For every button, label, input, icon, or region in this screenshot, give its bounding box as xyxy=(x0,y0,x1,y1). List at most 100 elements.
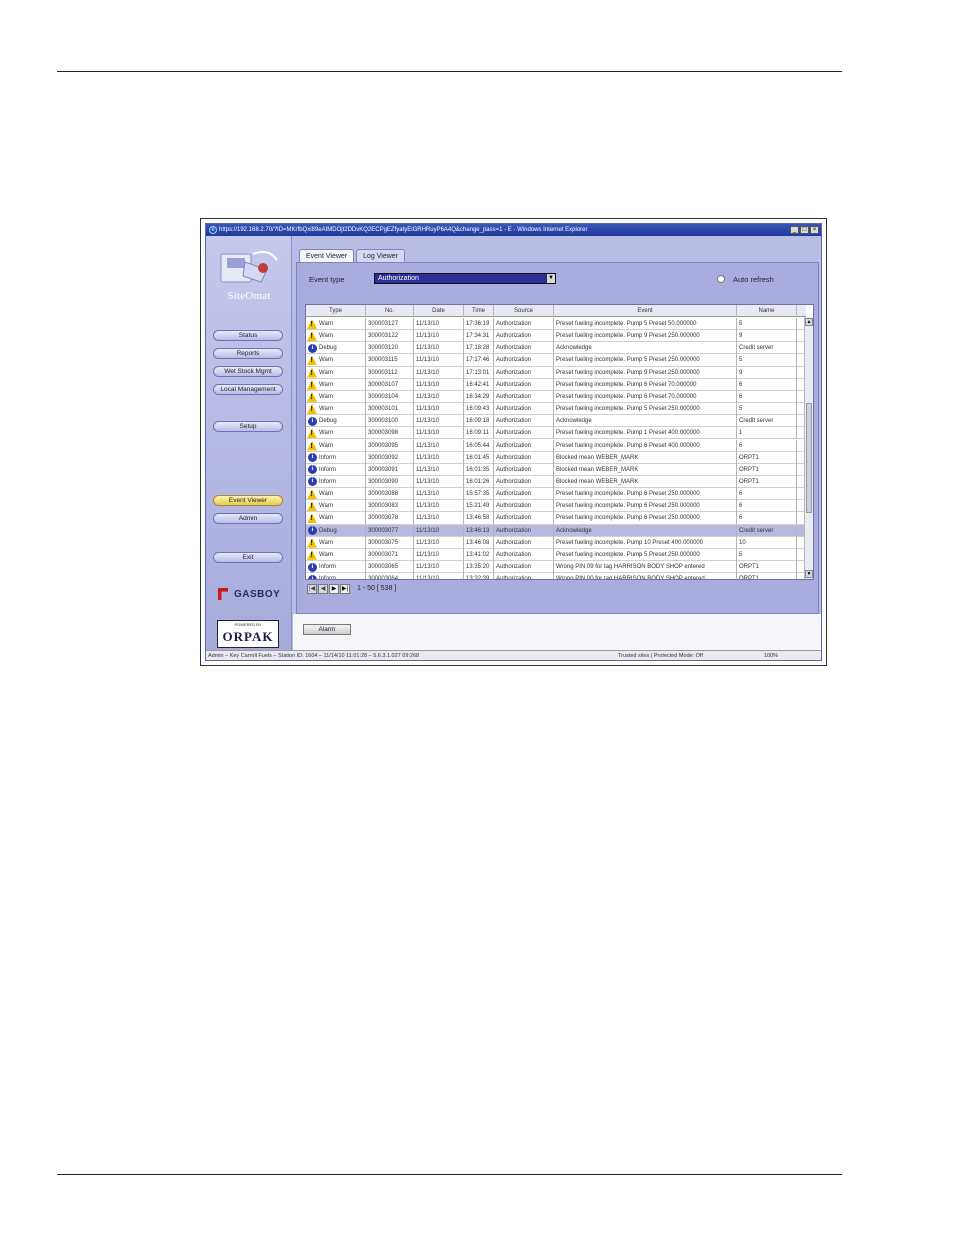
table-row[interactable]: Warn 30000312711/13/1017:36:19Authorizati… xyxy=(306,318,806,331)
next-page-button[interactable]: ▶ xyxy=(329,583,339,594)
table-row[interactable]: i Debug 300003100 11/13/10 16:09:18 Authoriza… xyxy=(306,415,806,428)
prev-page-button[interactable]: ◀ xyxy=(318,583,328,594)
cell-time: 17:13:01 xyxy=(464,366,494,379)
cell-no: 300003088 xyxy=(366,488,414,501)
cell-time: 16:05:44 xyxy=(464,439,494,452)
table-row[interactable]: Warn 30000309511/13/1016:05:44Authorizati… xyxy=(306,439,806,452)
nav-wet-stock-button[interactable]: Wet Stock Mgmt xyxy=(213,366,283,377)
cell-no: 300003115 xyxy=(366,354,414,367)
column-header-event[interactable]: Event xyxy=(554,305,737,317)
cell-type: Inform xyxy=(319,478,337,485)
gasboy-mark-icon xyxy=(218,588,228,600)
cell-type: Inform xyxy=(319,466,337,473)
bottom-rule xyxy=(57,1174,842,1175)
cell-type: Debug xyxy=(319,345,337,352)
last-page-button[interactable]: ▶| xyxy=(340,583,350,594)
auto-refresh-checkbox[interactable] xyxy=(717,275,725,283)
column-header-source[interactable]: Source xyxy=(494,305,554,317)
table-row[interactable]: Warn 30000310711/13/1016:42:41Authorizati… xyxy=(306,378,806,391)
cell-source: Authorization xyxy=(494,354,554,367)
main-content: Event Viewer Log Viewer Event type Autho… xyxy=(293,236,821,650)
cell-type: Warn xyxy=(319,430,334,437)
tab-event-viewer[interactable]: Event Viewer xyxy=(299,249,355,262)
cell-time: 16:09:11 xyxy=(464,427,494,440)
cell-date: 11/13/10 xyxy=(414,561,464,573)
cell-time: 13:46:08 xyxy=(464,536,494,549)
column-header-time[interactable]: Time xyxy=(464,305,494,317)
cell-date: 11/13/10 xyxy=(414,366,464,379)
cell-no: 300003065 xyxy=(366,561,414,573)
warning-icon xyxy=(307,428,317,439)
warning-icon xyxy=(307,537,317,548)
cell-event: Blocked mean WEBER_MARK xyxy=(554,475,737,488)
cell-type-container: i Debug xyxy=(306,524,366,537)
cell-time: 17:34:31 xyxy=(464,330,494,343)
cell-name: 6 xyxy=(737,439,797,452)
column-header-type[interactable]: Type xyxy=(306,305,366,317)
cell-type-container: Warn xyxy=(306,500,366,513)
table-row[interactable]: Warn 30000307811/13/1013:46:58Authorizati… xyxy=(306,512,806,525)
cell-date: 11/13/10 xyxy=(414,524,464,537)
close-button[interactable]: × xyxy=(810,226,819,234)
cell-event: Blocked mean WEBER_MARK xyxy=(554,463,737,476)
cell-no: 300003064 xyxy=(366,573,414,579)
table-row[interactable]: Warn 30000308311/13/1015:21:49Authorizati… xyxy=(306,500,806,513)
table-row[interactable]: Warn 30000307511/13/1013:46:08Authorizati… xyxy=(306,536,806,549)
cell-no: 300003090 xyxy=(366,475,414,488)
nav-event-viewer-button[interactable]: Event Viewer xyxy=(213,495,283,506)
zoom-level[interactable]: 100% xyxy=(764,651,778,660)
cell-no: 300003100 xyxy=(366,415,414,428)
cell-name: 10 xyxy=(737,536,797,549)
cell-no: 300003071 xyxy=(366,548,414,561)
column-header-date[interactable]: Date xyxy=(414,305,464,317)
table-row[interactable]: Warn 30000308811/13/1015:57:35Authorizati… xyxy=(306,488,806,501)
table-row[interactable]: i Inform 300003065 11/13/10 13:35:20 Authoriz… xyxy=(306,561,806,574)
first-page-button[interactable]: |◀ xyxy=(307,583,317,594)
minimize-button[interactable]: _ xyxy=(790,226,799,234)
table-row[interactable]: Warn 30000309811/13/1016:09:11Authorizati… xyxy=(306,427,806,440)
scroll-up-icon[interactable]: ▲ xyxy=(805,318,813,326)
table-row[interactable]: i Inform 300003064 11/13/10 13:32:39 Authoriz… xyxy=(306,573,806,579)
table-row[interactable]: Warn 30000310111/13/1016:09:43Authorizati… xyxy=(306,403,806,416)
cell-date: 11/13/10 xyxy=(414,330,464,343)
maximize-button[interactable]: □ xyxy=(800,226,809,234)
nav-admin-button[interactable]: Admin xyxy=(213,513,283,524)
vertical-scrollbar[interactable]: ▲ ▼ xyxy=(804,317,813,579)
cell-type-container: Warn xyxy=(306,318,366,330)
auto-refresh-label: Auto refresh xyxy=(733,275,774,284)
info-icon: i xyxy=(308,416,317,426)
column-header-no[interactable]: No. xyxy=(366,305,414,317)
scroll-down-icon[interactable]: ▼ xyxy=(805,570,813,578)
column-header-name[interactable]: Name xyxy=(737,305,797,317)
cell-no: 300003098 xyxy=(366,427,414,440)
table-row[interactable]: Warn 30000307111/13/1013:41:02Authorizati… xyxy=(306,548,806,561)
cell-type-container: Warn xyxy=(306,536,366,549)
table-row[interactable]: Warn 30000310411/13/1016:34:29Authorizati… xyxy=(306,390,806,404)
cell-type-container: i Inform xyxy=(306,561,366,573)
table-row[interactable]: i Inform 300003091 11/13/10 16:01:35 Authoriz… xyxy=(306,463,806,476)
table-row[interactable]: i Inform 300003090 11/13/10 16:01:26 Authoriz… xyxy=(306,475,806,489)
table-row[interactable]: i Debug 300003077 11/13/10 13:46:13 Authoriza… xyxy=(306,524,806,537)
table-row[interactable]: Warn 30000312211/13/1017:34:31Authorizati… xyxy=(306,330,806,343)
cell-event: Preset fueling incomplete. Pump 6 Preset… xyxy=(554,390,737,403)
tab-log-viewer[interactable]: Log Viewer xyxy=(356,249,406,262)
nav-local-management-button[interactable]: Local Management xyxy=(213,384,283,395)
chevron-down-icon[interactable]: ▼ xyxy=(546,274,555,283)
alarm-button[interactable]: Alarm xyxy=(303,624,351,635)
cell-event: Blocked mean WEBER_MARK xyxy=(554,451,737,464)
cell-type: Inform xyxy=(319,564,337,570)
nav-status-button[interactable]: Status xyxy=(213,330,283,341)
warning-icon xyxy=(307,367,317,378)
event-type-select[interactable]: Authorization ▼ xyxy=(374,273,556,284)
cell-no: 300003127 xyxy=(366,318,414,330)
scroll-thumb[interactable] xyxy=(806,403,812,513)
table-row[interactable]: Warn 30000311511/13/1017:17:46Authorizati… xyxy=(306,354,806,367)
nav-reports-button[interactable]: Reports xyxy=(213,348,283,359)
nav-exit-button[interactable]: Exit xyxy=(213,552,283,563)
nav-setup-button[interactable]: Setup xyxy=(213,421,283,432)
security-zone: Trusted sites | Protected Mode: Off xyxy=(618,653,703,659)
table-row[interactable]: Warn 30000311211/13/1017:13:01Authorizati… xyxy=(306,366,806,379)
table-row[interactable]: i Debug 300003120 11/13/10 17:18:28 Authoriza… xyxy=(306,342,806,355)
table-row[interactable]: i Inform 300003092 11/13/10 16:01:45 Authoriz… xyxy=(306,451,806,464)
status-bar: Admin – Key Carroll Fuels – Station ID: … xyxy=(206,650,821,660)
